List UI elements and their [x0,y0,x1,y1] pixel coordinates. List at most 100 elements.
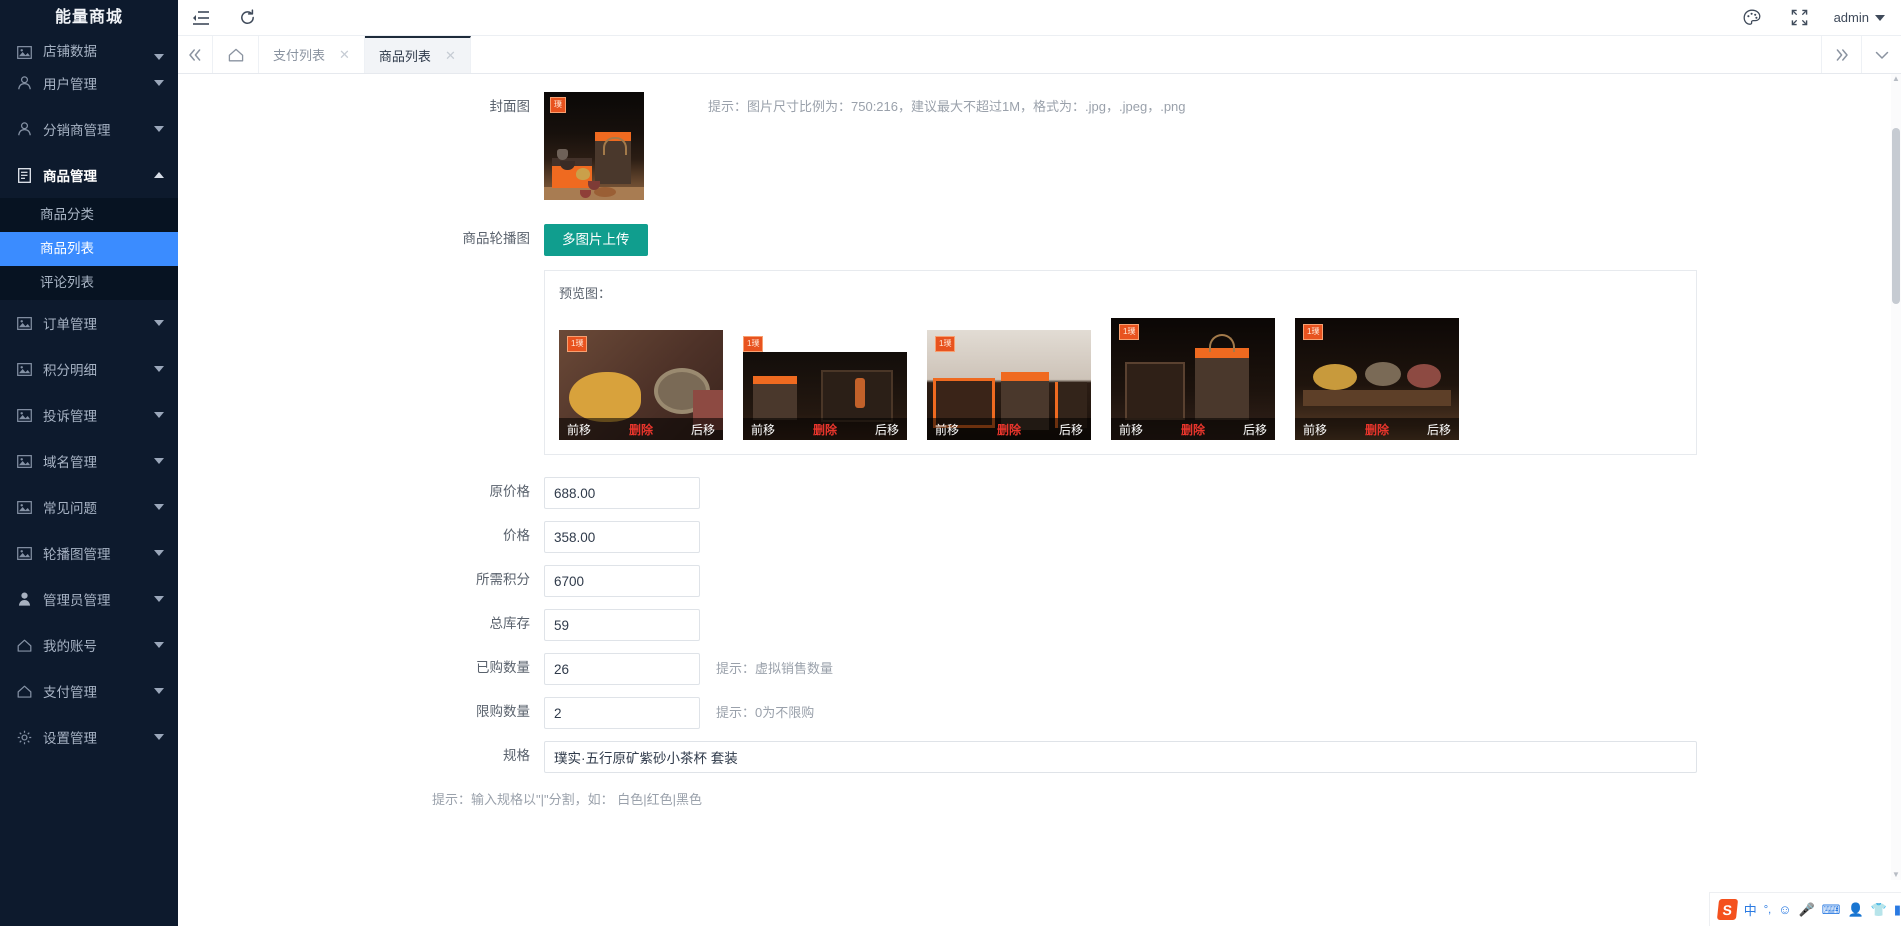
purchased-count-input[interactable] [544,653,700,685]
thumb-move-forward-button[interactable]: 前移 [1119,421,1143,438]
tab-product-list[interactable]: 商品列表 ✕ [364,36,471,73]
ime-keyboard-icon[interactable]: ⌨ [1822,902,1841,918]
sidebar-item-domain-management[interactable]: 域名管理 [0,438,178,484]
carousel-control: 多图片上传 预览图： 1璞 前移 删除 后移 1璞 前移 删除 后移 1璞 前移… [544,224,1901,455]
carousel-thumb[interactable]: 1璞 前移 删除 后移 [927,330,1091,440]
scrollbar-thumb[interactable] [1892,128,1900,304]
image-icon [14,315,34,331]
sidebar-item-points-detail[interactable]: 积分明细 [0,346,178,392]
sidebar-item-my-account[interactable]: 我的账号 [0,622,178,668]
carousel-thumb[interactable]: 1璞 前移 删除 后移 [1111,318,1275,440]
document-icon [14,167,34,183]
chevron-down-icon [154,734,164,740]
thumb-actions: 前移 删除 后移 [1295,418,1459,440]
thumb-move-forward-button[interactable]: 前移 [567,421,591,438]
spec-input[interactable] [544,741,1697,773]
tabs-scroll-left-button[interactable] [178,36,213,73]
required-points-label: 所需积分 [476,572,530,587]
chevron-down-icon [154,366,164,372]
thumb-move-forward-button[interactable]: 前移 [935,421,959,438]
ime-voice-icon[interactable]: 🎤 [1799,902,1815,918]
ime-more-icon[interactable]: ▮ [1894,902,1901,918]
scroll-down-arrow[interactable]: ▼ [1892,870,1900,880]
preview-title: 预览图： [559,286,612,301]
sidebar-item-order-management[interactable]: 订单管理 [0,300,178,346]
thumb-art-tray [1303,390,1451,406]
thumb-badge: 1璞 [1303,324,1324,340]
thumb-delete-button[interactable]: 删除 [629,421,653,438]
thumb-move-forward-button[interactable]: 前移 [751,421,775,438]
form-row-purchased-count: 已购数量 提示：虚拟销售数量 [178,653,1901,685]
thumb-delete-button[interactable]: 删除 [1181,421,1205,438]
thumb-delete-button[interactable]: 删除 [1365,421,1389,438]
thumb-image: 1璞 前移 删除 后移 [1295,318,1459,440]
tab-payment-list[interactable]: 支付列表 ✕ [259,36,365,73]
sogou-logo-icon[interactable]: S [1716,899,1738,920]
sidebar-item-shop-data[interactable]: 店铺数据 [0,36,178,60]
purchase-limit-input[interactable] [544,697,700,729]
total-stock-control [544,609,1901,641]
ime-emoji-icon[interactable]: ☺ [1778,902,1791,917]
thumb-move-forward-button[interactable]: 前移 [1303,421,1327,438]
sidebar-item-label: 常见问题 [43,501,97,516]
palette-icon[interactable] [1728,0,1776,36]
sidebar-item-admin-management[interactable]: 管理员管理 [0,576,178,622]
fullscreen-icon[interactable] [1776,0,1824,36]
thumb-move-backward-button[interactable]: 后移 [1427,421,1451,438]
scroll-up-arrow[interactable]: ▲ [1892,74,1900,84]
sidebar-subitem-comment-list[interactable]: 评论列表 [0,266,178,300]
sidebar: 能量商城 店铺数据 用户管理 分销商管理 商品管理 商品分类 商品列表 评论列表… [0,0,178,926]
thumb-badge: 1璞 [935,336,956,352]
sidebar-item-complaint-management[interactable]: 投诉管理 [0,392,178,438]
tab-close-icon[interactable]: ✕ [339,47,350,63]
sidebar-item-label: 管理员管理 [43,593,111,608]
thumb-delete-button[interactable]: 删除 [997,421,1021,438]
sidebar-item-user-management[interactable]: 用户管理 [0,60,178,106]
sidebar-item-carousel-management[interactable]: 轮播图管理 [0,530,178,576]
thumb-move-backward-button[interactable]: 后移 [691,421,715,438]
content-scrollbar[interactable]: ▲ ▼ [1891,74,1901,880]
refresh-button[interactable] [224,0,270,36]
purchase-limit-label: 限购数量 [476,704,530,719]
total-stock-input[interactable] [544,609,700,641]
tabs-dropdown-button[interactable] [1861,36,1901,73]
required-points-input[interactable] [544,565,700,597]
form-row-spec: 规格 [178,741,1901,773]
sidebar-subitem-product-category[interactable]: 商品分类 [0,198,178,232]
sidebar-item-payment-management[interactable]: 支付管理 [0,668,178,714]
thumb-delete-button[interactable]: 删除 [813,421,837,438]
sidebar-item-faq[interactable]: 常见问题 [0,484,178,530]
tab-home-button[interactable] [213,36,259,73]
ime-language-icon[interactable]: 中 [1744,900,1757,919]
thumb-move-backward-button[interactable]: 后移 [1059,421,1083,438]
thumb-actions: 前移 删除 后移 [559,418,723,440]
price-input[interactable] [544,521,700,553]
home-icon [14,637,34,653]
admin-menu-button[interactable]: admin [1824,10,1887,25]
form-row-carousel: 商品轮播图 多图片上传 预览图： 1璞 前移 删除 后移 1璞 前移 删除 后移… [178,224,1901,455]
image-icon [14,545,34,561]
cover-art-cup [557,149,568,160]
sidebar-subitem-product-list[interactable]: 商品列表 [0,232,178,266]
ime-skin-icon[interactable]: 👕 [1871,902,1887,918]
thumb-move-backward-button[interactable]: 后移 [875,421,899,438]
sidebar-item-distributor-management[interactable]: 分销商管理 [0,106,178,152]
carousel-thumb[interactable]: 1璞 前移 删除 后移 [1295,318,1459,440]
cover-badge: 璞 [550,97,566,113]
chevron-down-icon [154,504,164,510]
sidebar-item-product-management[interactable]: 商品管理 [0,152,178,198]
tabs-scroll-right-button[interactable] [1821,36,1861,73]
menu-collapse-button[interactable] [178,0,224,36]
carousel-thumb[interactable]: 1璞 前移 删除 后移 [743,336,907,440]
multi-image-upload-button[interactable]: 多图片上传 [544,224,648,256]
ime-punctuation-icon[interactable]: °, [1764,904,1771,916]
sidebar-item-settings-management[interactable]: 设置管理 [0,714,178,760]
original-price-input[interactable] [544,477,700,509]
carousel-thumb[interactable]: 1璞 前移 删除 后移 [559,330,723,440]
cover-art-lemon [576,168,590,180]
ime-account-icon[interactable]: 👤 [1847,902,1863,918]
thumb-move-backward-button[interactable]: 后移 [1243,421,1267,438]
cover-image-preview[interactable]: 璞 [544,92,644,200]
tab-close-icon[interactable]: ✕ [445,48,456,64]
original-price-control [544,477,1901,509]
